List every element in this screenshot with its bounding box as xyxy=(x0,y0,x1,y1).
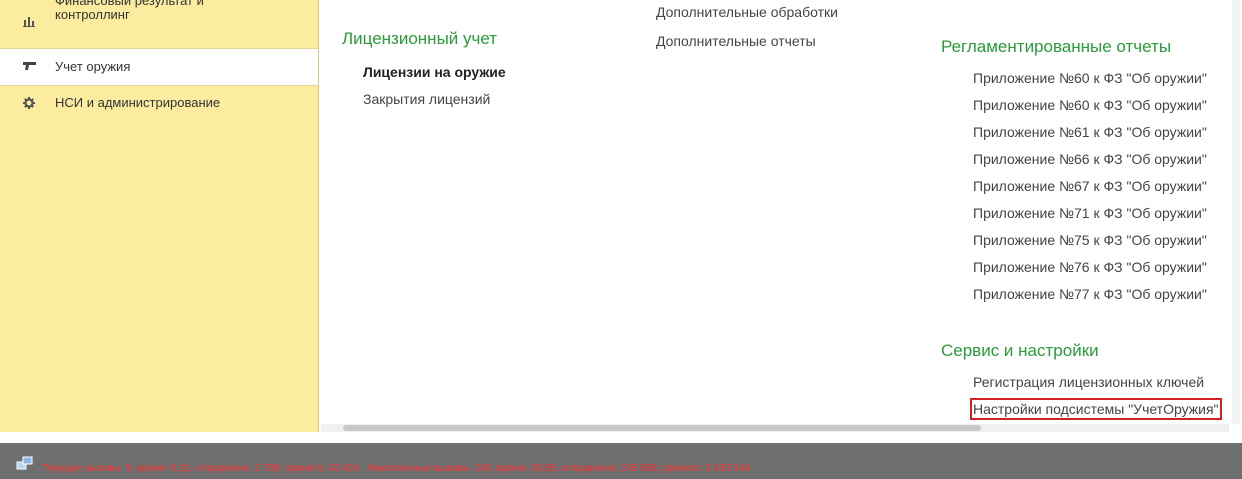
gear-icon xyxy=(22,96,36,110)
sidebar-item-label: Финансовый результат и контроллинг xyxy=(55,0,204,22)
status-bar: Текущие вызовы: 5; время: 0,11; отправле… xyxy=(0,443,1242,479)
network-calls-icon[interactable] xyxy=(16,456,34,472)
horizontal-scrollbar[interactable] xyxy=(321,424,1229,432)
reg-reports-title: Регламентированные отчеты xyxy=(941,37,1172,56)
service-title: Сервис и настройки xyxy=(941,341,1099,360)
gun-icon xyxy=(22,60,36,74)
vertical-scrollbar[interactable] xyxy=(1232,0,1240,424)
link-reg-report[interactable]: Приложение №66 к ФЗ "Об оружии" xyxy=(973,151,1207,167)
link-reg-report[interactable]: Приложение №67 к ФЗ "Об оружии" xyxy=(973,178,1207,194)
link-licenses[interactable]: Лицензии на оружие xyxy=(363,64,506,80)
link-reg-report[interactable]: Приложение №77 к ФЗ "Об оружии" xyxy=(973,286,1207,302)
link-reg-report[interactable]: Приложение №60 к ФЗ "Об оружии" xyxy=(973,70,1207,86)
sidebar-item-weapons[interactable]: Учет оружия xyxy=(0,48,318,86)
scrollbar-thumb[interactable] xyxy=(343,425,981,431)
sidebar-item-label: НСИ и администрирование xyxy=(55,95,221,110)
link-reg-report[interactable]: Приложение №76 к ФЗ "Об оружии" xyxy=(973,259,1207,275)
link-reg-report[interactable]: Приложение №60 к ФЗ "Об оружии" xyxy=(973,97,1207,113)
link-license-keys[interactable]: Регистрация лицензионных ключей xyxy=(973,374,1204,390)
link-additional-processing[interactable]: Дополнительные обработки xyxy=(656,4,838,20)
link-license-closures[interactable]: Закрытия лицензий xyxy=(363,91,490,107)
link-reg-report[interactable]: Приложение №75 к ФЗ "Об оружии" xyxy=(973,232,1207,248)
status-text: Текущие вызовы: 5; время: 0,11; отправле… xyxy=(42,463,750,474)
bar-chart-icon xyxy=(22,14,36,28)
link-additional-reports[interactable]: Дополнительные отчеты xyxy=(656,33,816,49)
link-subsystem-settings[interactable]: Настройки подсистемы "УчетОружия" xyxy=(970,398,1222,420)
sidebar-item-finance[interactable]: Финансовый результат и контроллинг xyxy=(0,0,318,44)
sidebar: Финансовый результат и контроллинг Учет … xyxy=(0,0,319,432)
link-reg-report[interactable]: Приложение №71 к ФЗ "Об оружии" xyxy=(973,205,1207,221)
sidebar-item-nsi-admin[interactable]: НСИ и администрирование xyxy=(0,86,318,120)
license-section-title: Лицензионный учет xyxy=(342,29,498,48)
sidebar-item-label: Учет оружия xyxy=(55,59,131,74)
link-reg-report[interactable]: Приложение №61 к ФЗ "Об оружии" xyxy=(973,124,1207,140)
divider xyxy=(0,432,1242,443)
main-content: Лицензионный учет Лицензии на оружие Зак… xyxy=(319,0,1242,432)
